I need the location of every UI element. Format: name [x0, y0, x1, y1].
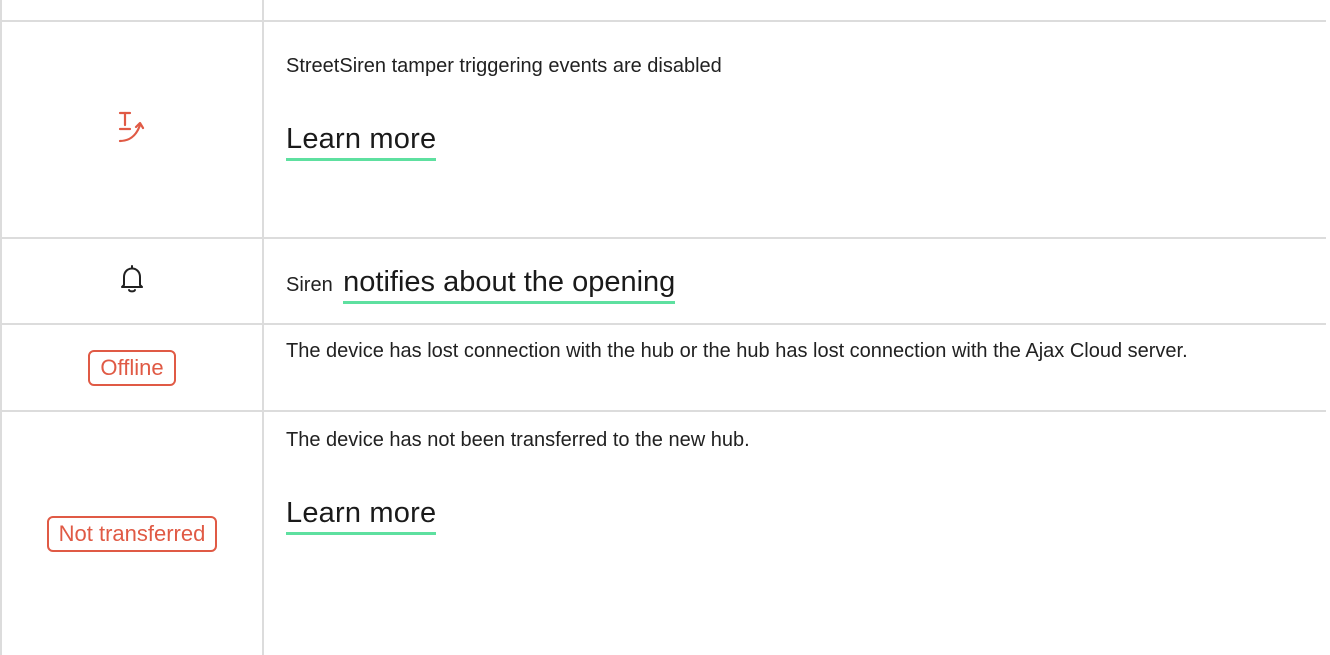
table-row: StreetSiren tamper triggering events are… — [0, 22, 1330, 237]
text-cell: The device has lost connection with the … — [286, 335, 1306, 367]
table-row: Siren notifies about the opening — [0, 239, 1330, 323]
not-transferred-badge: Not transferred — [46, 515, 218, 552]
notifies-link[interactable]: notifies about the opening — [343, 265, 676, 304]
icon-cell: Offline — [2, 325, 262, 410]
row-description: The device has not been transferred to t… — [286, 429, 750, 451]
text-cell: StreetSiren tamper triggering events are… — [286, 50, 1306, 161]
icon-cell: Not transferred — [2, 412, 262, 655]
learn-more-link[interactable]: Learn more — [286, 122, 437, 161]
row-description: StreetSiren tamper triggering events are… — [286, 55, 722, 77]
row-description: The device has lost connection with the … — [286, 340, 1188, 362]
icon-cell — [2, 22, 262, 237]
learn-more-link[interactable]: Learn more — [286, 496, 437, 535]
row-prefix: Siren — [286, 274, 333, 296]
icon-cell — [2, 239, 262, 323]
offline-badge: Offline — [88, 349, 176, 386]
bell-icon — [117, 263, 147, 300]
table-row: Not transferred The device has not been … — [0, 412, 1330, 655]
tamper-disabled-icon — [112, 107, 152, 152]
status-icons-table: StreetSiren tamper triggering events are… — [0, 0, 1330, 655]
table-row: Offline The device has lost connection w… — [0, 325, 1330, 410]
text-cell: Siren notifies about the opening — [286, 265, 1306, 304]
text-cell: The device has not been transferred to t… — [286, 424, 1306, 535]
